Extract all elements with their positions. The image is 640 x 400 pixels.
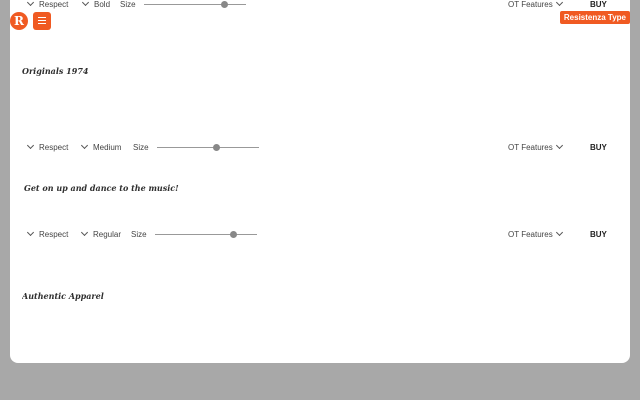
- ot-features-label: OT Features: [508, 0, 553, 9]
- language-label: Respect: [39, 143, 69, 152]
- brand-badge[interactable]: Resistenza Type: [559, 11, 630, 24]
- size-label: Size: [120, 0, 136, 9]
- size-slider-thumb[interactable]: [229, 231, 237, 238]
- language-select[interactable]: Respect: [26, 228, 69, 242]
- language-label: Respect: [39, 230, 69, 239]
- ot-features-select[interactable]: OT Features: [508, 0, 563, 12]
- size-slider[interactable]: [155, 228, 257, 242]
- chevron-down-icon: [26, 0, 35, 7]
- size-slider[interactable]: [144, 0, 246, 12]
- chevron-down-icon: [555, 0, 563, 7]
- toolbar-row-1: Respect Bold Size OT Features BUY: [10, 0, 630, 12]
- language-select[interactable]: Respect: [26, 141, 69, 155]
- specimen-card: Respect Bold Size OT Features BUY Origin…: [10, 0, 630, 363]
- weight-select[interactable]: Bold: [81, 0, 111, 12]
- chevron-down-icon: [81, 0, 90, 7]
- weight-select[interactable]: Medium: [80, 141, 122, 155]
- chevron-down-icon: [80, 228, 89, 237]
- buy-button[interactable]: BUY: [590, 228, 607, 242]
- ot-features-select[interactable]: OT Features: [508, 141, 563, 155]
- weight-select[interactable]: Regular: [80, 228, 122, 242]
- toolbar-row-3: Respect Regular Size OT Features BUY: [10, 228, 630, 242]
- resistenza-logo-icon[interactable]: R: [10, 12, 28, 30]
- size-slider-track: [155, 234, 257, 235]
- size-slider[interactable]: [157, 141, 259, 155]
- size-slider-track: [144, 4, 246, 5]
- weight-label: Regular: [93, 230, 122, 239]
- chevron-down-icon: [80, 141, 89, 150]
- hamburger-menu-icon[interactable]: [33, 12, 51, 30]
- size-label: Size: [131, 230, 147, 239]
- size-slider-thumb[interactable]: [213, 144, 221, 151]
- specimen-text-3[interactable]: Authentic Apparel: [22, 248, 630, 348]
- weight-label: Bold: [94, 0, 111, 9]
- chevron-down-icon: [26, 228, 35, 237]
- size-slider-thumb[interactable]: [220, 1, 228, 8]
- chevron-down-icon: [555, 228, 563, 237]
- specimen-text-1[interactable]: Originals 1974: [22, 22, 630, 120]
- size-slider-track: [157, 147, 259, 148]
- buy-button[interactable]: BUY: [590, 141, 607, 155]
- ot-features-label: OT Features: [508, 143, 553, 152]
- specimen-text-2[interactable]: Get on up and dance to the music!: [24, 162, 630, 214]
- language-select[interactable]: Respect: [26, 0, 69, 12]
- weight-label: Medium: [93, 143, 122, 152]
- chevron-down-icon: [26, 141, 35, 150]
- ot-features-select[interactable]: OT Features: [508, 228, 563, 242]
- size-label: Size: [133, 143, 149, 152]
- chevron-down-icon: [555, 141, 563, 150]
- language-label: Respect: [39, 0, 69, 9]
- ot-features-label: OT Features: [508, 230, 553, 239]
- toolbar-row-2: Respect Medium Size OT Features BUY: [10, 141, 630, 155]
